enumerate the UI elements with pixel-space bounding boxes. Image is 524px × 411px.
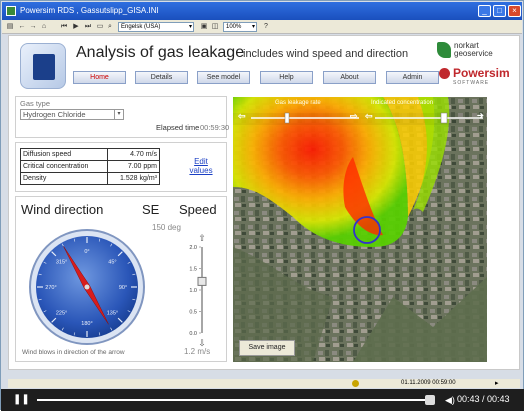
edit-values-link[interactable]: Edit values	[184, 157, 218, 175]
property-value: 4.70 m/s	[107, 148, 160, 161]
nav-home[interactable]: Home	[73, 71, 126, 84]
wind-compass: 0° 45° 90° 135° 180° 225° 270° 315°	[29, 229, 145, 345]
map-label-leakage: Gas leakage rate	[275, 100, 321, 106]
window-title: Powersim RDS , Gassutslipp_GISA.INI	[20, 6, 159, 15]
app-icon	[6, 6, 16, 16]
wind-direction-title: Wind direction	[21, 202, 104, 217]
title-bar: Powersim RDS , Gassutslipp_GISA.INI _ □ …	[2, 2, 522, 20]
norkart-logo: norkart geoservice	[437, 42, 497, 60]
status-icon	[352, 380, 359, 387]
back-icon[interactable]: ←	[18, 23, 26, 31]
close-button[interactable]: ×	[508, 5, 521, 17]
speed-tick-label: 0.5	[189, 310, 197, 316]
arrow-right-icon[interactable]: ➔	[477, 111, 484, 120]
language-select[interactable]: Engelsk (USA)	[118, 22, 194, 32]
page-title: Analysis of gas leakage	[76, 44, 245, 61]
search-icon[interactable]: ⌕	[106, 23, 114, 31]
speed-tick-label: 1.5	[189, 267, 197, 273]
play-icon[interactable]: ▶	[72, 23, 80, 31]
chevron-down-icon: ▾	[114, 110, 123, 119]
nav-details[interactable]: Details	[135, 71, 188, 84]
arrow-left-icon[interactable]: ⇦	[365, 111, 373, 122]
property-value: 1.528 kg/m³	[107, 172, 160, 185]
wind-panel: Wind direction SE 150 deg Speed 0° 45° 90°…	[15, 196, 227, 362]
print-icon[interactable]: ▤	[6, 23, 14, 31]
property-name: Critical concentration	[19, 160, 109, 173]
app-logo	[20, 43, 66, 89]
gas-type-label: Gas type	[20, 99, 51, 108]
arrow-up-icon[interactable]: ⇧	[198, 233, 206, 243]
compass-label: 0°	[84, 249, 89, 255]
minimize-button[interactable]: _	[478, 5, 491, 17]
page-subtitle: includes wind speed and direction	[243, 48, 409, 60]
app-window: Powersim RDS , Gassutslipp_GISA.INI _ □ …	[0, 0, 524, 411]
speed-value: 1.2 m/s	[184, 347, 211, 356]
status-bar: 01.11.2009 00:59:00 ▸	[8, 379, 520, 388]
speed-slider[interactable]: ⇧⇩2.01.51.00.50.0	[180, 233, 220, 349]
seek-progress	[37, 399, 435, 401]
nav-see-model[interactable]: See model	[197, 71, 250, 84]
elapsed-label: Elapsed time	[156, 123, 200, 132]
maximize-button[interactable]: □	[493, 5, 506, 17]
map-view[interactable]: Gas leakage rate Indicated concentration…	[233, 97, 487, 362]
speed-tick-label: 0.0	[189, 331, 197, 337]
compass-label: 45°	[108, 260, 116, 266]
document-icon[interactable]: ▭	[96, 23, 104, 31]
wind-direction-code: SE	[142, 202, 160, 217]
gas-type-panel: Gas type Hydrogen Chloride ▾ Elapsed tim…	[15, 96, 230, 138]
speed-tick-label: 1.0	[189, 288, 197, 294]
properties-table: Diffusion speed 4.70 m/s Critical concen…	[19, 148, 160, 185]
compass-label: 315°	[56, 260, 67, 266]
status-timestamp: 01.11.2009 00:59:00	[401, 380, 456, 386]
properties-panel: Diffusion speed 4.70 m/s Critical concen…	[15, 142, 227, 192]
elapsed-value: 00:59:30	[200, 123, 230, 132]
compass-label: 180°	[81, 321, 92, 327]
forward-icon[interactable]: →	[29, 23, 37, 31]
pause-icon[interactable]: ❚❚	[13, 394, 30, 406]
compass-label: 225°	[56, 310, 67, 316]
video-player-bar: ❚❚ ◀) 00:43 / 00:43	[1, 389, 524, 411]
fit-icon[interactable]: ◫	[211, 23, 219, 31]
slider-handle[interactable]	[197, 276, 207, 286]
rewind-icon[interactable]: ⏮	[60, 23, 68, 31]
speed-title: Speed	[179, 202, 217, 217]
gas-plume-map	[233, 97, 487, 362]
table-row: Diffusion speed 4.70 m/s	[19, 148, 160, 161]
help-icon[interactable]: ?	[262, 23, 270, 31]
zoom-select[interactable]: 100%	[223, 22, 257, 32]
property-name: Diffusion speed	[19, 148, 109, 161]
arrow-left-icon[interactable]: ⇦	[238, 111, 246, 122]
wind-degrees: 150 deg	[152, 223, 181, 232]
wind-caption: Wind blows in direction of the arrow	[22, 349, 125, 356]
compass-label: 90°	[119, 285, 127, 291]
property-value: 7.00 ppm	[107, 160, 160, 173]
toolbar: ▤ ← → ⌂ ⏮ ▶ ⏭ ▭ ⌕ Engelsk (USA) ▣ ◫ 100%…	[2, 20, 522, 34]
volume-icon[interactable]: ◀)	[445, 395, 455, 406]
seek-bar[interactable]	[37, 395, 435, 405]
map-label-concentration: Indicated concentration	[371, 100, 434, 106]
speed-tick-label: 2.0	[189, 245, 197, 251]
nav-admin[interactable]: Admin	[386, 71, 439, 84]
seek-handle[interactable]	[425, 395, 435, 405]
screen-icon[interactable]: ▣	[200, 23, 208, 31]
arrow-right-icon[interactable]: ⇨	[350, 111, 358, 122]
scroll-right-icon[interactable]: ▸	[495, 379, 499, 388]
nav-help[interactable]: Help	[260, 71, 313, 84]
table-row: Critical concentration 7.00 ppm	[19, 160, 160, 173]
playback-time: 00:43 / 00:43	[457, 394, 510, 404]
save-image-button[interactable]: Save image	[239, 340, 295, 356]
home-icon[interactable]: ⌂	[40, 23, 48, 31]
gas-type-select[interactable]: Hydrogen Chloride ▾	[20, 109, 124, 120]
app-content: Analysis of gas leakage includes wind sp…	[8, 35, 520, 370]
compass-label: 270°	[45, 285, 56, 291]
property-name: Density	[19, 172, 109, 185]
compass-label: 135°	[107, 310, 118, 316]
next-icon[interactable]: ⏭	[84, 23, 92, 31]
nav-about[interactable]: About	[323, 71, 376, 84]
table-row: Density 1.528 kg/m³	[19, 172, 160, 185]
